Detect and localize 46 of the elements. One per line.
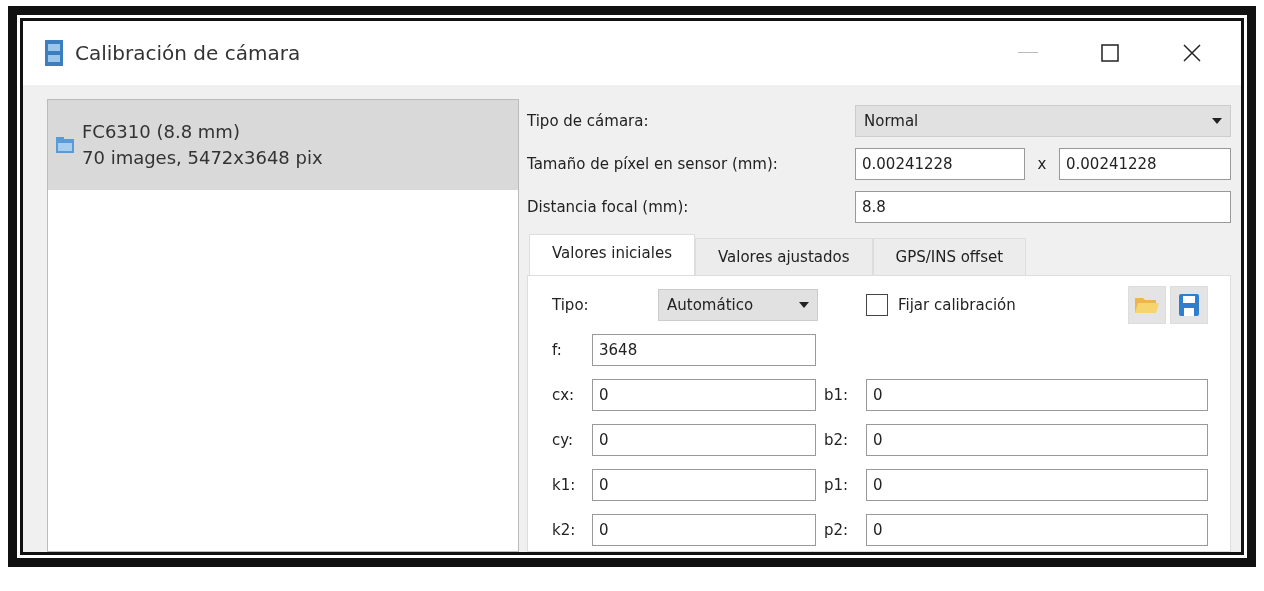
input-field[interactable]: 0 [592, 424, 816, 456]
checkbox-square[interactable] [866, 294, 888, 316]
type-dropdown[interactable]: Automático [658, 289, 818, 321]
input-field[interactable]: 0 [866, 424, 1208, 456]
window-title: Calibración de cámara [75, 41, 301, 65]
input-field[interactable]: 0 [592, 469, 816, 501]
field-label: cy: [552, 431, 575, 449]
input-field[interactable]: 0 [866, 469, 1208, 501]
field-label: b1: [823, 386, 850, 404]
tab[interactable]: GPS/INS offset [872, 238, 1027, 275]
input-field[interactable]: 0 [866, 514, 1208, 546]
field-label: cx: [552, 386, 576, 404]
caret-icon [1212, 117, 1222, 124]
tab[interactable]: Valores ajustados [694, 238, 873, 275]
caret-icon [799, 302, 809, 308]
camera-name: FC6310 (8.8 mm) [82, 120, 241, 144]
field-label: p2: [823, 521, 850, 539]
input-field[interactable]: 0.00241228 [1059, 147, 1231, 180]
maximize-icon [1101, 44, 1119, 62]
input-field[interactable]: 0 [866, 379, 1208, 411]
input-field[interactable]: 8.8 [855, 190, 1231, 223]
field-label: Tipo de cámara: [527, 111, 650, 130]
field-label: k1: [552, 476, 577, 494]
save-button[interactable] [1170, 286, 1208, 324]
camera-list-item[interactable]: FC6310 (8.8 mm) 70 images, 5472x3648 pix [48, 100, 518, 190]
close-icon [1182, 43, 1202, 63]
camera-details: 70 images, 5472x3648 pix [82, 146, 323, 170]
field-label: Tamaño de píxel en sensor (mm): [527, 154, 779, 173]
input-field[interactable]: 0 [592, 514, 816, 546]
field-label: Tipo: [552, 296, 590, 314]
minimize-icon [1018, 52, 1038, 54]
input-field[interactable]: 0.00241228 [855, 147, 1025, 180]
film-icon [45, 40, 63, 66]
field-label: Distancia focal (mm): [527, 197, 690, 216]
folder-icon [1134, 295, 1160, 315]
field-label: k2: [552, 521, 577, 539]
field-label: f: [552, 341, 563, 359]
fix-calibration-checkbox[interactable]: Fijar calibración [866, 294, 1016, 316]
input-field[interactable]: 3648 [592, 334, 816, 366]
field-label: b2: [823, 431, 850, 449]
field-label: p1: [823, 476, 850, 494]
tab[interactable]: Valores iniciales [529, 234, 695, 275]
separator-text: x [1036, 154, 1048, 173]
folder-icon [56, 137, 74, 153]
camera-type-dropdown[interactable]: Normal [855, 104, 1231, 137]
input-field[interactable]: 0 [592, 379, 816, 411]
